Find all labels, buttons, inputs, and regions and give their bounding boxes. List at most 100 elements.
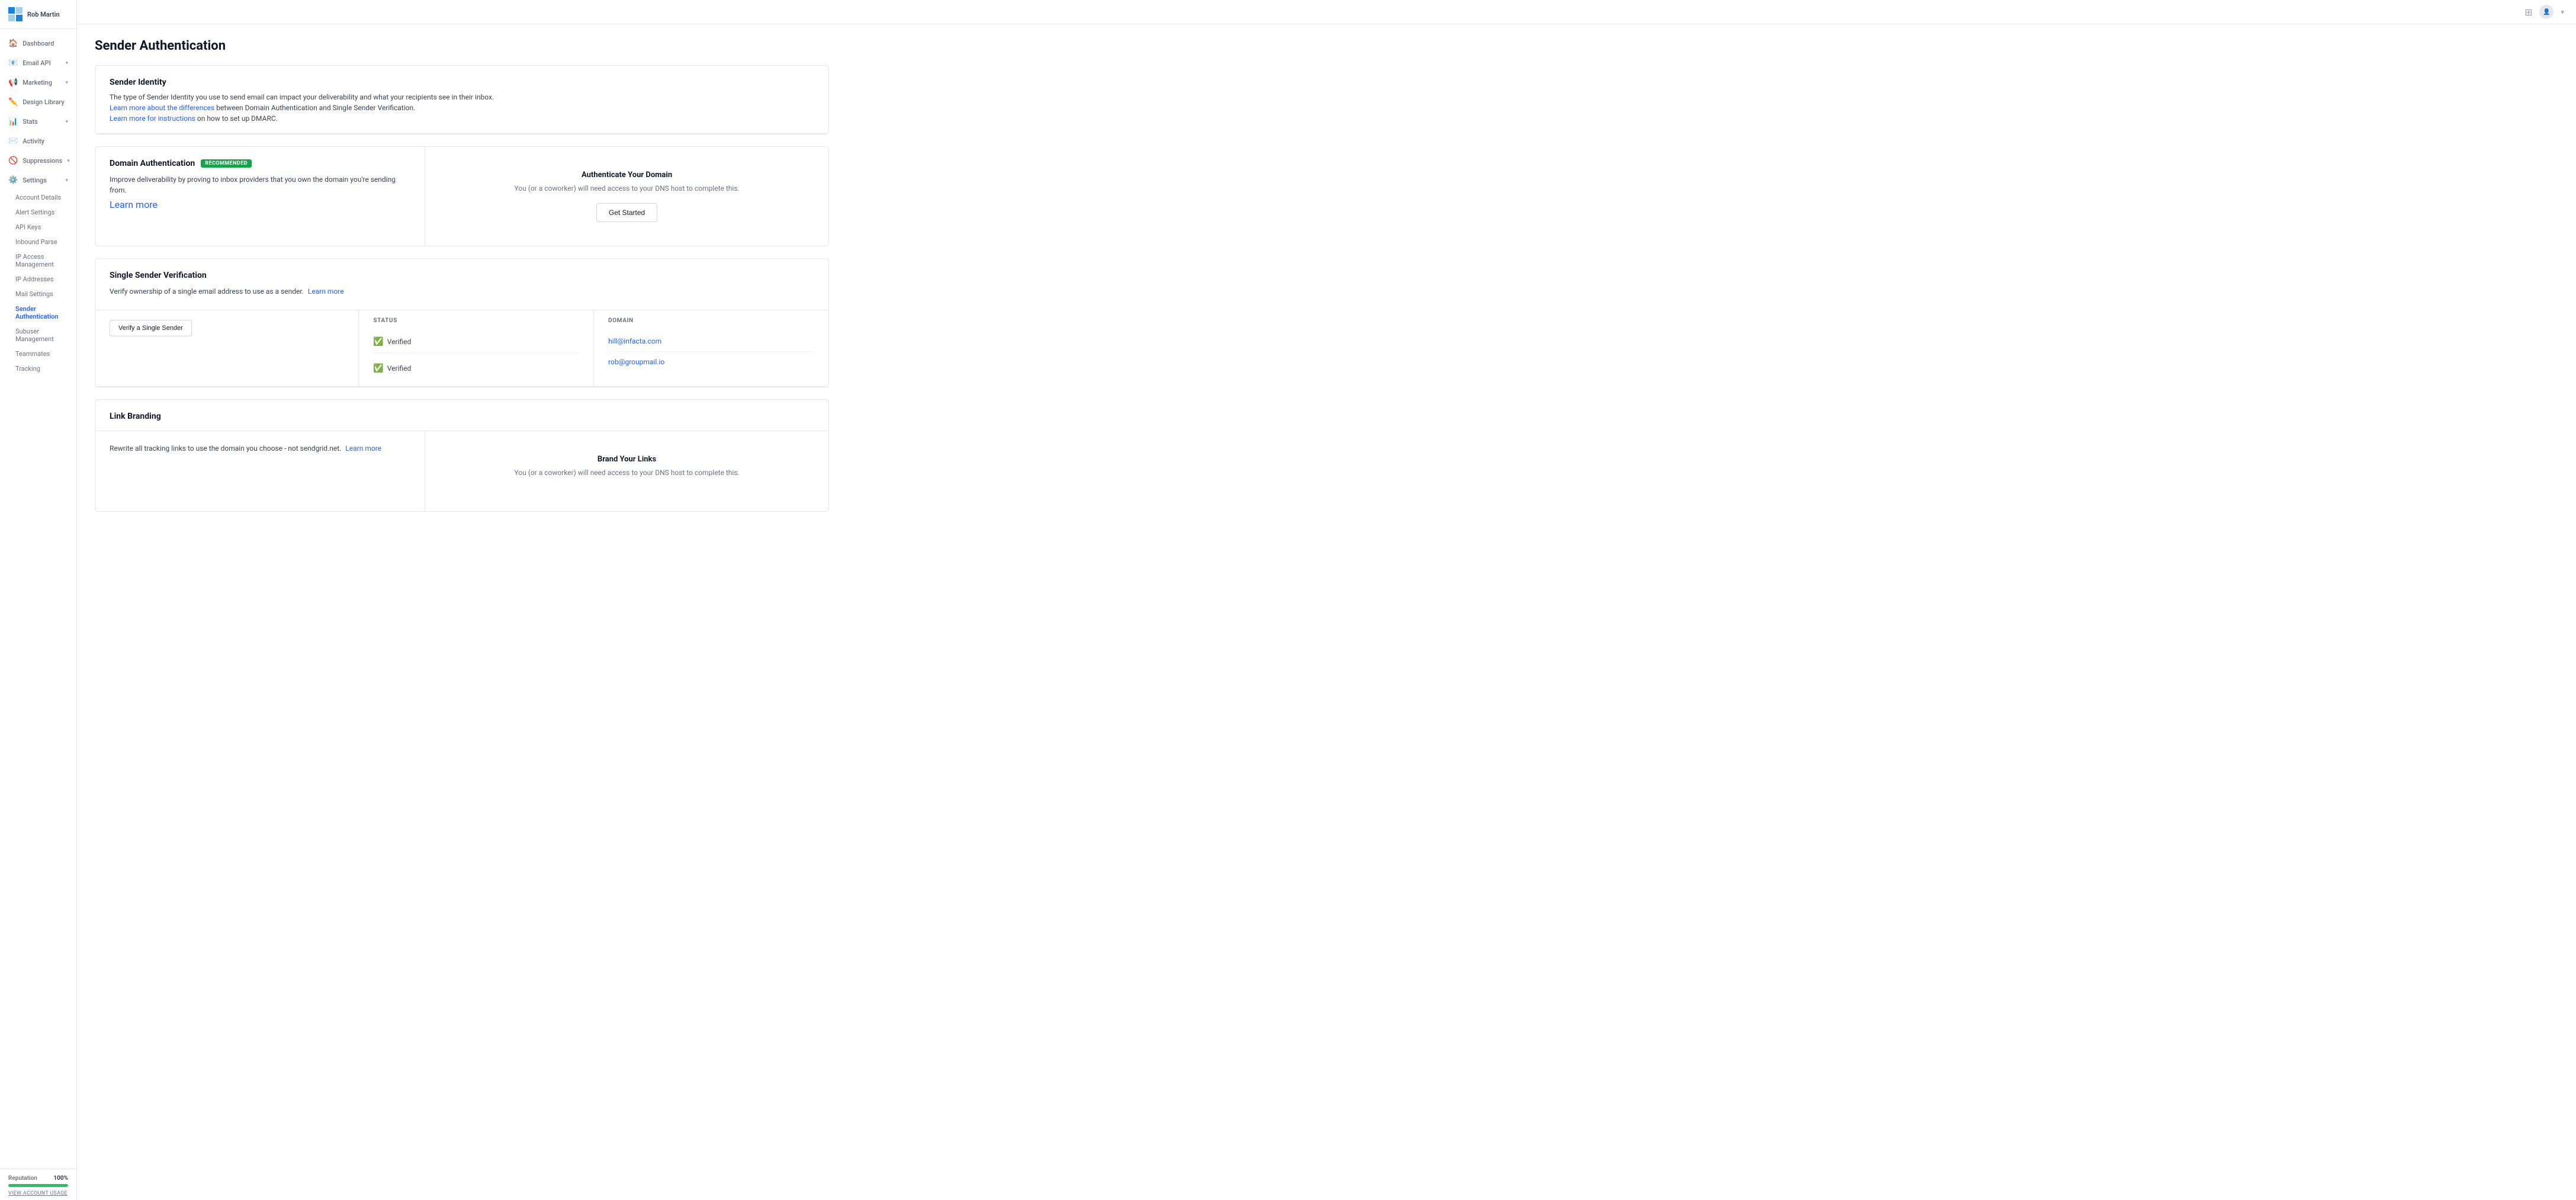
- domain-auth-title-row: Domain Authentication RECOMMENDED: [110, 159, 410, 168]
- sidebar-item-suppressions[interactable]: 🚫 Suppressions ▾: [0, 151, 76, 171]
- page-content: Sender Authentication Sender Identity Th…: [77, 24, 847, 538]
- account-chevron-icon[interactable]: ▾: [2561, 8, 2564, 16]
- link-branding-section: Link Branding Rewrite all tracking links…: [95, 399, 829, 512]
- sub-nav-ip-access-management[interactable]: IP Access Management: [0, 249, 76, 272]
- chevron-down-icon: ▾: [65, 60, 68, 66]
- verify-single-sender-button[interactable]: Verify a Single Sender: [110, 320, 192, 336]
- sidebar-item-dashboard[interactable]: 🏠 Dashboard: [0, 34, 76, 53]
- chevron-down-icon-marketing: ▾: [65, 80, 68, 86]
- sidebar-logo: Rob Martin: [0, 0, 76, 29]
- sender-identity-title: Sender Identity: [110, 78, 814, 87]
- ssv-status-value-0: Verified: [387, 338, 412, 346]
- sub-nav-teammates[interactable]: Teammates: [0, 346, 76, 361]
- ssv-cols-header: Verify a Single Sender STATUS ✅ Verified…: [95, 310, 828, 387]
- lb-learn-more[interactable]: Learn more: [345, 444, 381, 453]
- view-account-usage-link[interactable]: VIEW ACCOUNT USAGE: [8, 1191, 68, 1196]
- sidebar-label-suppressions: Suppressions: [23, 157, 62, 165]
- ssv-domain-header: DOMAIN: [608, 317, 814, 324]
- domain-auth-cta-title: Authenticate Your Domain: [582, 171, 672, 179]
- sender-identity-desc1: The type of Sender Identity you use to s…: [110, 93, 494, 101]
- reputation-label: Reputation: [8, 1175, 37, 1182]
- reputation-bar-fill: [8, 1184, 68, 1187]
- ssv-learn-more[interactable]: Learn more: [308, 287, 344, 296]
- lb-left: Rewrite all tracking links to use the do…: [95, 431, 425, 511]
- lb-cta-title: Brand Your Links: [598, 455, 656, 464]
- ssv-status-header: STATUS: [373, 317, 579, 324]
- settings-icon: ⚙️: [8, 176, 18, 185]
- learn-more-differences-link[interactable]: Learn more about the differences: [110, 104, 214, 112]
- sendgrid-logo-icon: [8, 7, 23, 21]
- design-library-icon: ✏️: [8, 98, 18, 107]
- sidebar-username: Rob Martin: [27, 11, 60, 18]
- single-sender-section: Single Sender Verification Verify owners…: [95, 258, 829, 387]
- sub-nav-ip-addresses[interactable]: IP Addresses: [0, 272, 76, 287]
- lb-right: Brand Your Links You (or a coworker) wil…: [425, 431, 828, 511]
- sub-nav-alert-settings[interactable]: Alert Settings: [0, 205, 76, 220]
- dashboard-icon: 🏠: [8, 39, 18, 48]
- sender-identity-header: Sender Identity The type of Sender Ident…: [95, 66, 828, 134]
- grid-icon[interactable]: ⊞: [2524, 7, 2532, 18]
- sidebar-item-stats[interactable]: 📊 Stats ▾: [0, 112, 76, 131]
- sidebar-item-activity[interactable]: ✉️ Activity: [0, 131, 76, 151]
- sub-nav-api-keys[interactable]: API Keys: [0, 220, 76, 235]
- get-started-button[interactable]: Get Started: [596, 203, 657, 222]
- ssv-body: Verify a Single Sender STATUS ✅ Verified…: [95, 310, 828, 387]
- sidebar-label-stats: Stats: [23, 118, 38, 126]
- learn-more-instructions-link[interactable]: Learn more for instructions: [110, 114, 195, 123]
- ssv-status-row-1: ✅ Verified: [373, 358, 579, 379]
- main-content: ⊞ 👤 ▾ Sender Authentication Sender Ident…: [77, 0, 2576, 1200]
- reputation-bar: [8, 1184, 68, 1187]
- suppressions-icon: 🚫: [8, 156, 18, 165]
- sidebar-item-email-api[interactable]: 📧 Email API ▾: [0, 53, 76, 73]
- sidebar-item-marketing[interactable]: 📢 Marketing ▾: [0, 73, 76, 92]
- settings-submenu: Account Details Alert Settings API Keys …: [0, 190, 76, 376]
- domain-auth-cta-desc: You (or a coworker) will need access to …: [514, 184, 739, 192]
- sender-identity-desc: The type of Sender Identity you use to s…: [110, 92, 814, 124]
- ssv-domain-link-1[interactable]: rob@groupmail.io: [608, 352, 814, 372]
- page-title: Sender Authentication: [95, 38, 829, 53]
- ssv-data-cols: STATUS ✅ Verified ✅ Verified DOMAIN: [359, 310, 828, 386]
- link-branding-header: Link Branding: [95, 400, 828, 431]
- chevron-down-icon-suppressions: ▾: [67, 158, 70, 164]
- domain-auth-desc: Improve deliverability by proving to inb…: [110, 174, 410, 195]
- ssv-status-value-1: Verified: [387, 364, 412, 373]
- email-api-icon: 📧: [8, 59, 18, 68]
- sidebar-label-email-api: Email API: [23, 59, 51, 67]
- ssv-domain-link-0[interactable]: hill@infacta.com: [608, 331, 814, 352]
- chevron-down-icon-stats: ▾: [65, 119, 68, 125]
- stats-icon: 📊: [8, 117, 18, 126]
- sidebar-nav: 🏠 Dashboard 📧 Email API ▾ 📢 Marketing ▾ …: [0, 29, 76, 1169]
- sub-nav-tracking[interactable]: Tracking: [0, 361, 76, 376]
- sub-nav-subuser-management[interactable]: Subuser Management: [0, 324, 76, 346]
- ssv-title: Single Sender Verification: [110, 271, 207, 280]
- activity-icon: ✉️: [8, 137, 18, 146]
- chevron-down-icon-settings: ▾: [65, 178, 68, 184]
- ssv-header: Single Sender Verification Verify owners…: [95, 259, 828, 310]
- sidebar-label-dashboard: Dashboard: [23, 40, 54, 47]
- user-avatar[interactable]: 👤: [2539, 5, 2553, 19]
- ssv-desc: Verify ownership of a single email addre…: [110, 286, 814, 297]
- sidebar-item-settings[interactable]: ⚙️ Settings ▾: [0, 171, 76, 190]
- lb-cta-desc: You (or a coworker) will need access to …: [514, 469, 739, 477]
- sub-nav-account-details[interactable]: Account Details: [0, 190, 76, 205]
- sidebar-label-design-library: Design Library: [23, 98, 65, 106]
- lb-desc: Rewrite all tracking links to use the do…: [110, 443, 410, 454]
- ssv-title-row: Single Sender Verification: [110, 271, 814, 280]
- marketing-icon: 📢: [8, 78, 18, 87]
- sender-identity-desc2-cont: on how to set up DMARC.: [195, 114, 278, 123]
- sidebar-label-activity: Activity: [23, 137, 44, 145]
- sub-nav-sender-authentication[interactable]: Sender Authentication: [0, 301, 76, 324]
- sidebar-item-design-library[interactable]: ✏️ Design Library: [0, 92, 76, 112]
- sub-nav-mail-settings[interactable]: Mail Settings: [0, 287, 76, 301]
- domain-auth-title: Domain Authentication: [110, 159, 195, 168]
- link-branding-body: Rewrite all tracking links to use the do…: [95, 431, 828, 511]
- verified-icon-0: ✅: [373, 337, 383, 346]
- link-branding-title: Link Branding: [110, 412, 814, 421]
- sidebar: Rob Martin 🏠 Dashboard 📧 Email API ▾ 📢 M…: [0, 0, 77, 1200]
- sub-nav-inbound-parse[interactable]: Inbound Parse: [0, 235, 76, 249]
- domain-auth-left: Domain Authentication RECOMMENDED Improv…: [95, 147, 425, 246]
- reputation-value: 100%: [53, 1175, 68, 1182]
- sidebar-label-marketing: Marketing: [23, 79, 52, 86]
- domain-auth-learn-more[interactable]: Learn more: [110, 199, 158, 210]
- ssv-domain-col: DOMAIN hill@infacta.com rob@groupmail.io: [594, 310, 828, 386]
